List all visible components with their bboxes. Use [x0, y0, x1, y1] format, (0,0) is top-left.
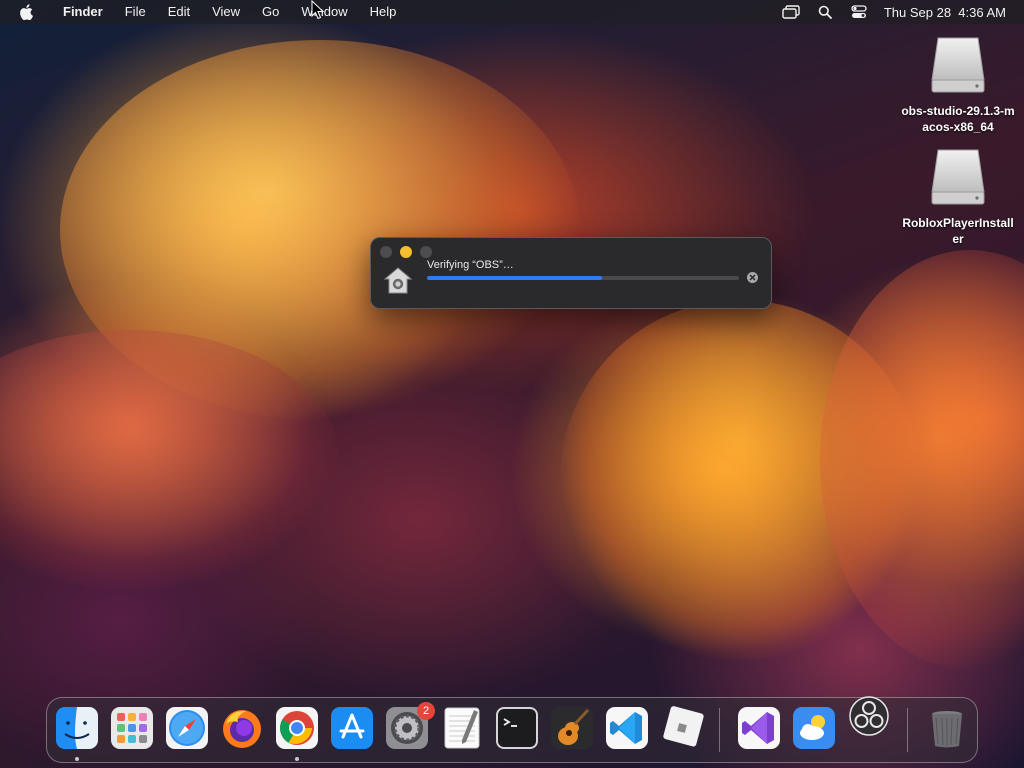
progress-bar	[427, 276, 739, 280]
menu-go[interactable]: Go	[251, 0, 290, 24]
launchpad-icon	[111, 707, 153, 749]
vscode-icon	[606, 707, 648, 749]
dock-separator	[907, 708, 908, 752]
chrome-icon	[276, 707, 318, 749]
menu-edit[interactable]: Edit	[157, 0, 201, 24]
menu-bar: Finder File Edit View Go Window Help Thu…	[0, 0, 1024, 24]
dialog-message: Verifying “OBS”…	[427, 259, 514, 271]
security-house-icon	[383, 267, 413, 294]
dock-system-settings[interactable]: 2	[385, 702, 435, 750]
verifying-dialog: Verifying “OBS”…	[370, 237, 772, 309]
dock-chrome[interactable]	[275, 706, 319, 750]
menu-file[interactable]: File	[114, 0, 157, 24]
desktop-icon-obs-disk[interactable]: obs-studio-29.1.3-macos-x86_64	[900, 36, 1016, 135]
textedit-icon	[444, 707, 480, 749]
running-indicator	[75, 757, 79, 761]
running-indicator	[295, 757, 299, 761]
app-store-icon	[331, 707, 373, 749]
menu-extras: Thu Sep 28 4:36 AM	[782, 0, 1006, 24]
obs-icon	[849, 696, 889, 736]
dock-launchpad[interactable]	[110, 706, 154, 750]
dock-terminal[interactable]	[495, 706, 539, 750]
menu-finder[interactable]: Finder	[52, 0, 114, 24]
screen-mirroring-icon[interactable]	[782, 3, 800, 21]
close-icon	[749, 274, 756, 281]
roblox-icon	[663, 706, 704, 747]
wallpaper-wave	[0, 330, 340, 590]
wallpaper-wave	[560, 300, 920, 660]
menu-view[interactable]: View	[201, 0, 251, 24]
visual-studio-icon	[738, 707, 780, 749]
dock-separator	[719, 708, 720, 752]
dock-garageband[interactable]	[550, 706, 594, 750]
dock-app-store[interactable]	[330, 706, 374, 750]
dock-obs[interactable]	[847, 694, 891, 738]
dock: 2	[46, 694, 978, 763]
desktop-icon-label: RobloxPlayerInstaller	[902, 216, 1014, 246]
apple-logo-icon[interactable]	[18, 4, 34, 20]
disk-image-icon	[931, 37, 985, 93]
dock-finder[interactable]	[55, 706, 99, 750]
disk-image-icon	[931, 149, 985, 205]
dock-vscode[interactable]	[605, 706, 649, 750]
stop-verify-button[interactable]	[747, 272, 758, 283]
firefox-icon	[223, 710, 261, 748]
control-center-icon[interactable]	[850, 3, 868, 21]
dock-trash[interactable]	[925, 706, 969, 750]
window-controls	[380, 246, 432, 258]
dock-firefox[interactable]	[220, 706, 264, 750]
close-button[interactable]	[380, 246, 392, 258]
minimize-button[interactable]	[400, 246, 412, 258]
desktop[interactable]: Finder File Edit View Go Window Help Thu…	[0, 0, 1024, 768]
garageband-icon	[551, 707, 593, 749]
menu-clock[interactable]: Thu Sep 28 4:36 AM	[884, 5, 1006, 20]
dock-visual-studio[interactable]	[737, 706, 781, 750]
safari-icon	[166, 707, 208, 749]
menu-help[interactable]: Help	[359, 0, 408, 24]
terminal-icon	[496, 707, 538, 749]
notification-badge: 2	[417, 702, 435, 720]
dock-weather[interactable]	[792, 706, 836, 750]
finder-icon	[56, 707, 98, 749]
zoom-button[interactable]	[420, 246, 432, 258]
desktop-icon-label: obs-studio-29.1.3-macos-x86_64	[901, 104, 1015, 134]
mouse-cursor-icon	[311, 0, 325, 20]
dock-textedit[interactable]	[440, 706, 484, 750]
desktop-icon-roblox-installer[interactable]: RobloxPlayerInstaller	[900, 148, 1016, 247]
trash-icon	[932, 711, 962, 748]
wallpaper-wave	[820, 250, 1024, 670]
weather-icon	[793, 707, 835, 749]
wallpaper-wave	[60, 40, 580, 420]
search-icon[interactable]	[816, 3, 834, 21]
dock-roblox[interactable]	[660, 706, 704, 750]
dock-safari[interactable]	[165, 706, 209, 750]
progress-fill	[427, 276, 602, 280]
